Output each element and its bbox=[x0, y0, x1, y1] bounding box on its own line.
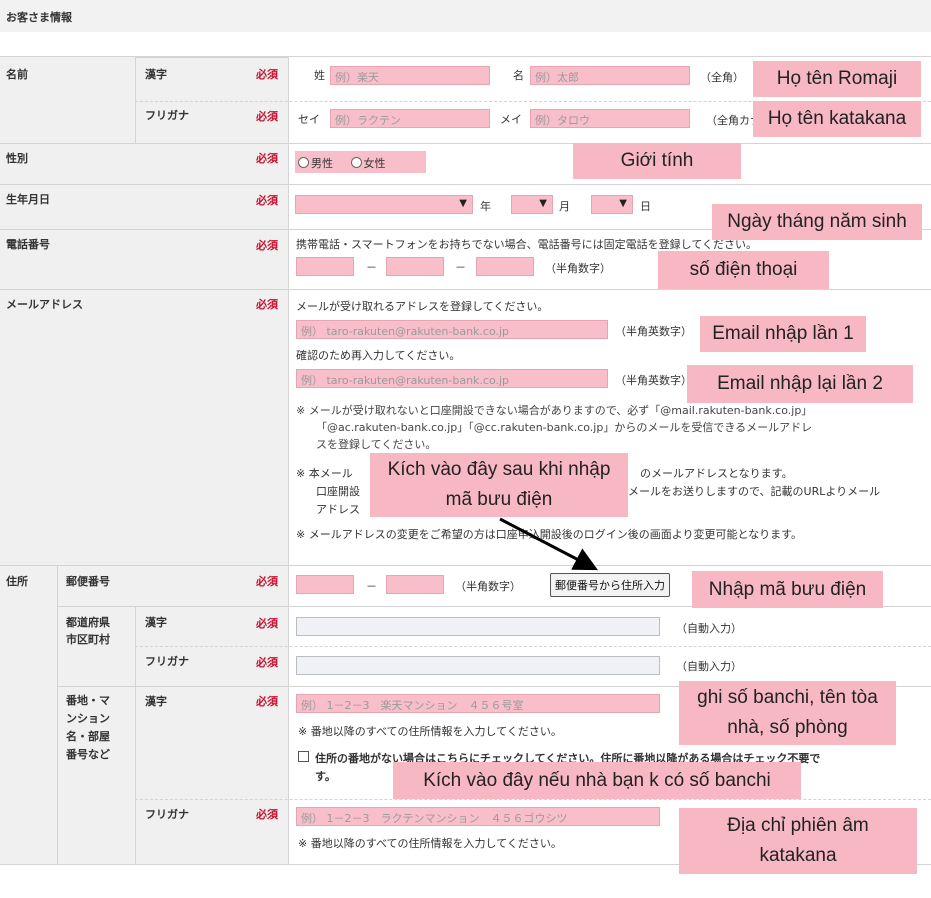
annotation-arrow-icon bbox=[499, 517, 598, 571]
